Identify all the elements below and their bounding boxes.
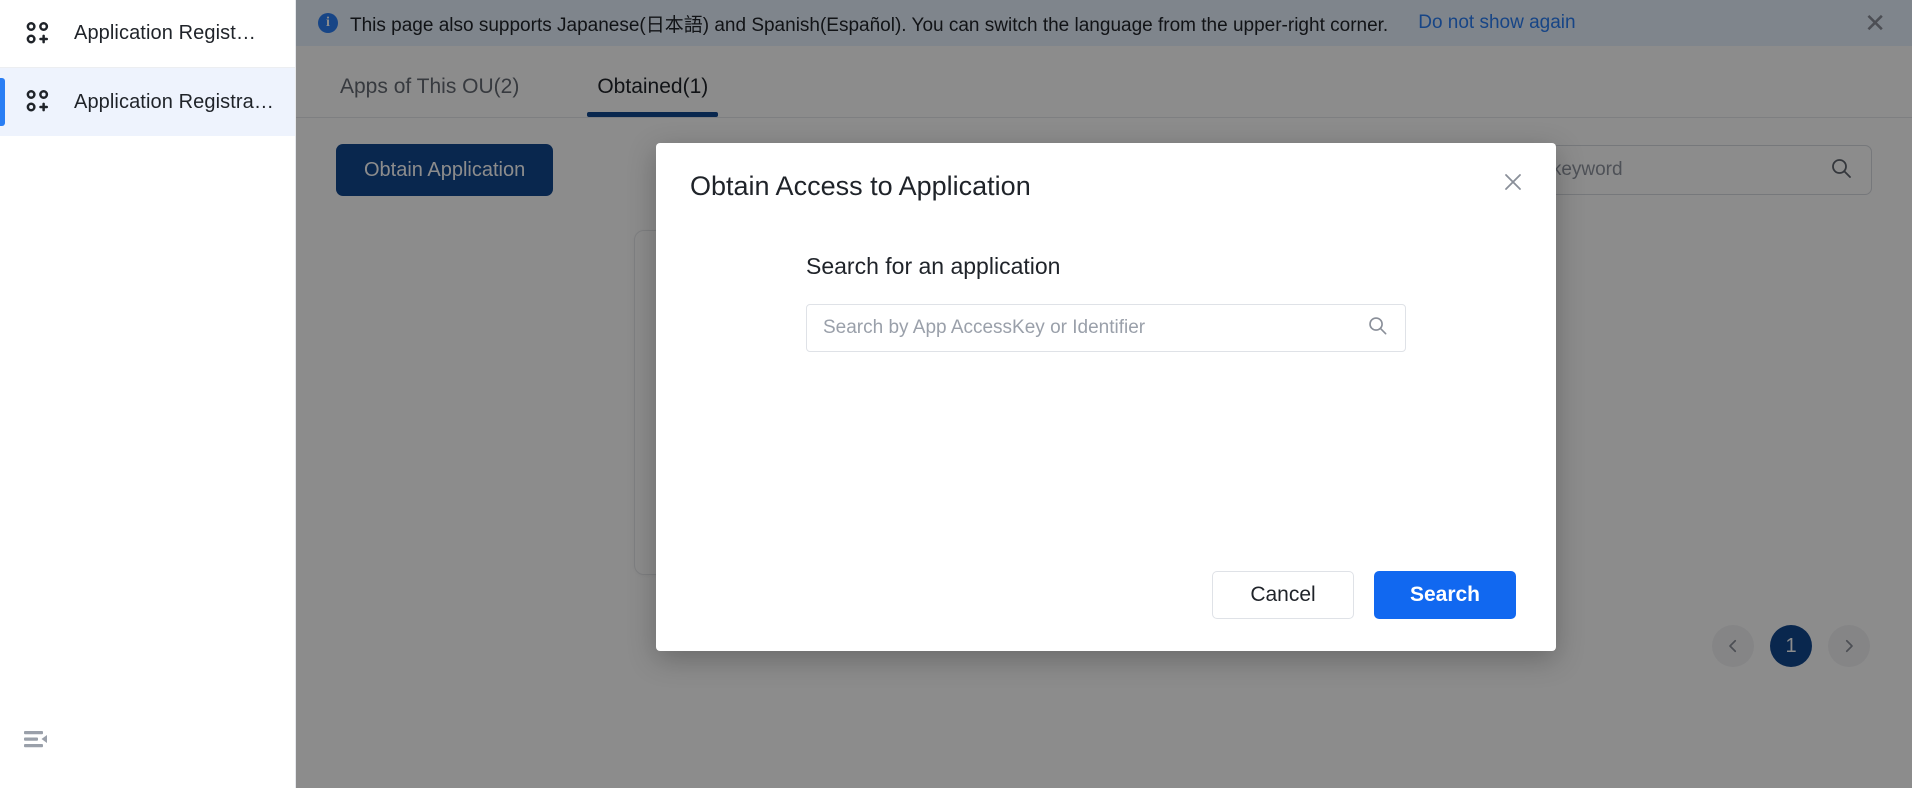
dialog-title: Obtain Access to Application bbox=[690, 171, 1031, 202]
active-indicator bbox=[0, 78, 5, 126]
sidebar-item-label: Application Regist… bbox=[74, 22, 256, 45]
search-placeholder: Search by App AccessKey or Identifier bbox=[823, 317, 1145, 339]
dialog-subtitle: Search for an application bbox=[806, 253, 1556, 280]
search-button[interactable]: Search bbox=[1374, 571, 1516, 619]
dialog-body: Search for an application Search by App … bbox=[656, 253, 1556, 352]
app-search-input[interactable]: Search by App AccessKey or Identifier bbox=[806, 304, 1406, 352]
search-icon[interactable] bbox=[1366, 314, 1389, 342]
sidebar: Application Regist… Application Registra… bbox=[0, 0, 296, 788]
obtain-access-dialog: Obtain Access to Application Search for … bbox=[656, 143, 1556, 651]
sidebar-item-label: Application Registra… bbox=[74, 91, 274, 114]
app-register-icon bbox=[22, 18, 54, 50]
cancel-button[interactable]: Cancel bbox=[1212, 571, 1354, 619]
application-registration-page: Application Regist… Application Registra… bbox=[0, 0, 1912, 788]
collapse-sidebar-icon[interactable] bbox=[22, 726, 56, 752]
app-register-icon bbox=[22, 86, 54, 118]
dialog-footer: Cancel Search bbox=[1212, 571, 1516, 619]
sidebar-item-application-register[interactable]: Application Regist… bbox=[0, 0, 295, 68]
close-icon[interactable] bbox=[1496, 165, 1530, 199]
sidebar-item-application-registration[interactable]: Application Registra… bbox=[0, 68, 295, 136]
